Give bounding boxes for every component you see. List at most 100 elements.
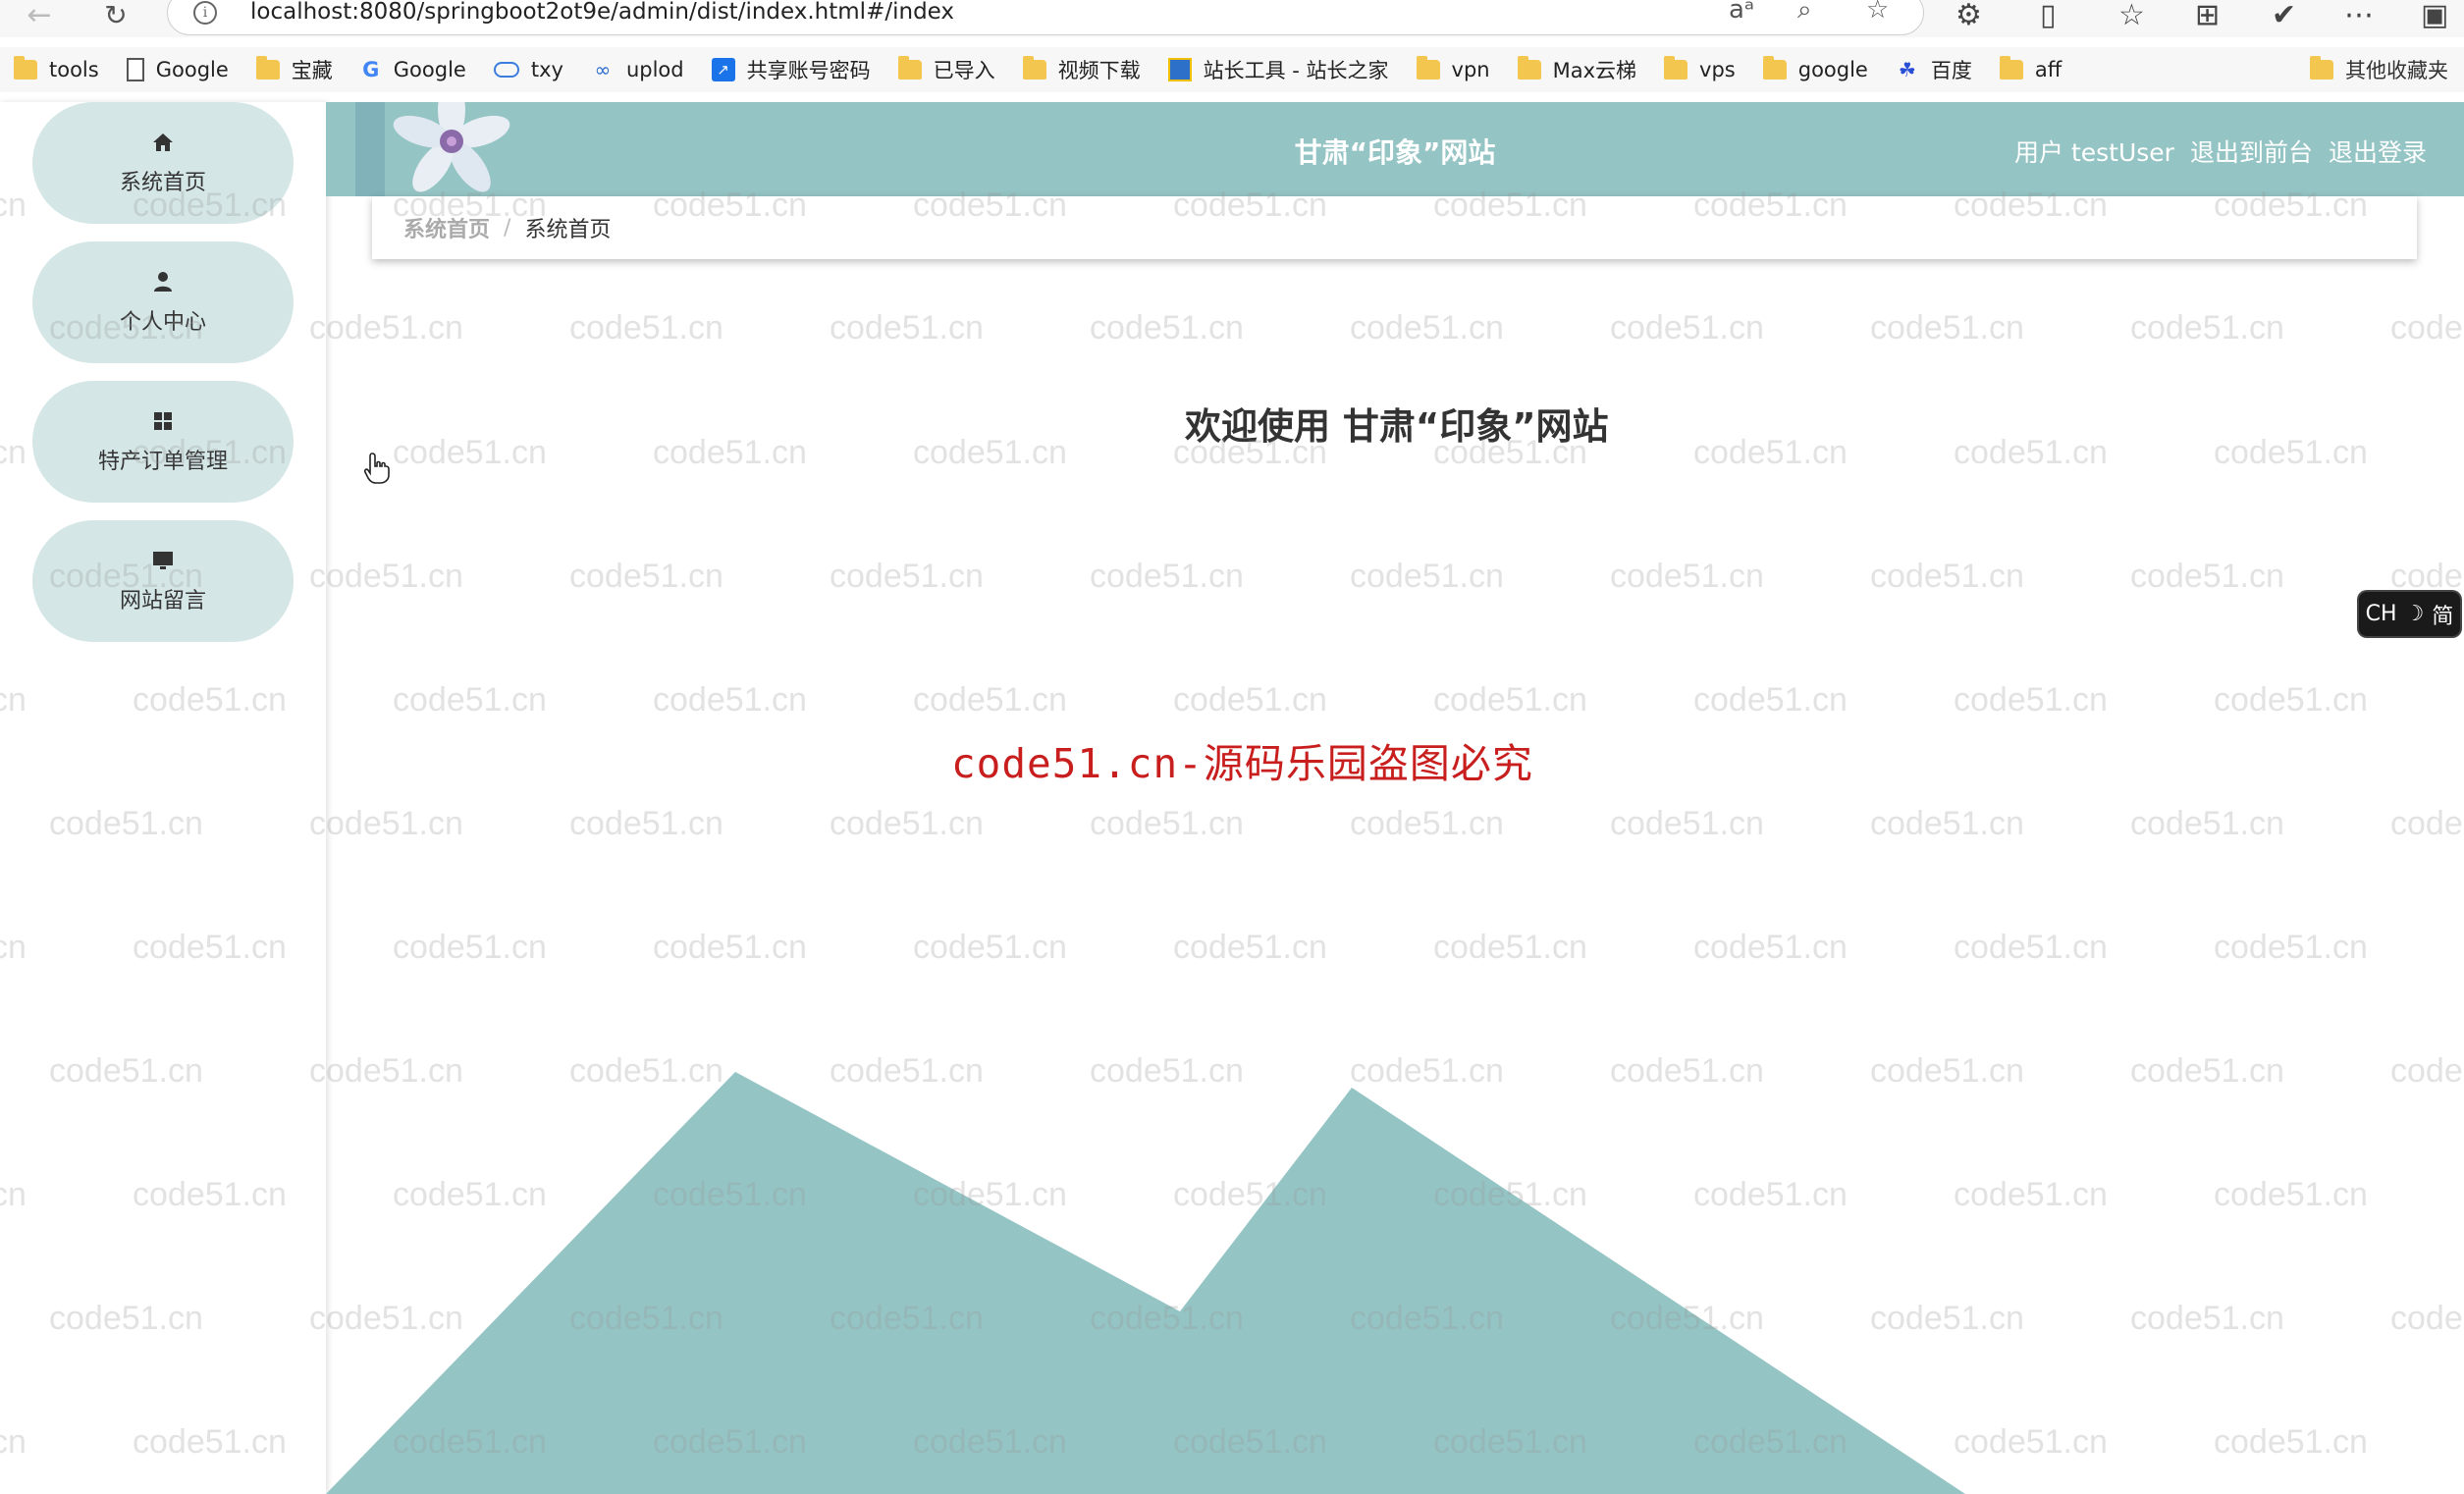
bookmark-item[interactable]: google [1762, 56, 1868, 81]
sidebar-item-label: 个人中心 [119, 310, 206, 335]
other-bookmarks[interactable]: 其他收藏夹 [2310, 47, 2448, 92]
address-bar[interactable]: i localhost:8080/springboot2ot9e/admin/d… [167, 0, 1924, 35]
bookmark-item[interactable]: Max云梯 [1517, 55, 1637, 84]
collections-icon[interactable]: ⊞ [2195, 0, 2220, 32]
back-to-front-link[interactable]: 退出到前台 [2190, 133, 2313, 169]
folder-icon [1416, 56, 1440, 80]
site-info-icon[interactable]: i [193, 1, 217, 25]
read-aloud-icon[interactable]: aᵃ [1729, 0, 1754, 25]
folder-icon [255, 56, 280, 80]
user-icon [150, 269, 176, 294]
document-icon [126, 58, 144, 81]
sidebar-item-label: 特产订单管理 [97, 450, 228, 474]
bookmark-label: google [1797, 58, 1868, 81]
top-header: 甘肃“印象”网站 用户 testUser 退出到前台 退出登录 [326, 102, 2464, 196]
bookmark-item[interactable]: 宝藏 [255, 55, 333, 84]
sidebar-item-home[interactable]: 系统首页 [32, 102, 294, 224]
user-label[interactable]: 用户 testUser [2014, 133, 2174, 169]
split-screen-icon[interactable]: ▯ [2040, 0, 2057, 32]
shield-check-icon[interactable]: ✔ [2272, 0, 2296, 32]
folder-icon [1517, 56, 1541, 80]
bookmark-label: 百度 [1930, 59, 1972, 82]
bookmark-label: aff [2034, 58, 2062, 81]
ime-moon-icon: ☽ [2404, 602, 2425, 626]
header-links: 用户 testUser 退出到前台 退出登录 [2014, 133, 2427, 169]
cloud-icon [493, 62, 519, 78]
sidebar-toggle-icon[interactable]: ▣ [2421, 0, 2448, 32]
bookmark-label: uplod [625, 58, 684, 81]
more-menu-icon[interactable]: ⋯ [2344, 0, 2374, 32]
sidebar: 系统首页 个人中心 特产订单管理 网站留言 [0, 102, 326, 1494]
bookmark-item[interactable]: vps [1664, 56, 1736, 81]
uplod-icon: ∞ [594, 58, 612, 81]
sidebar-item-orders[interactable]: 特产订单管理 [32, 381, 294, 503]
bookmark-item[interactable]: tools [14, 56, 99, 81]
breadcrumb-current: 系统首页 [524, 218, 612, 242]
welcome-heading: 欢迎使用 甘肃“印象”网站 [1185, 405, 1609, 448]
folder-icon [897, 56, 922, 80]
share-icon: ↗ [711, 58, 735, 81]
breadcrumb-separator: / [504, 215, 511, 240]
bookmark-item[interactable]: 视频下载 [1022, 55, 1141, 84]
back-arrow-icon[interactable]: ← [22, 0, 57, 32]
bookmark-item[interactable]: vpn [1416, 56, 1490, 81]
bookmark-label: txy [530, 58, 563, 81]
favorites-list-icon[interactable]: ☆ [2118, 0, 2145, 32]
ime-indicator[interactable]: CH ☽ 简 [2359, 592, 2460, 636]
home-icon [150, 130, 176, 155]
bookmark-label: Max云梯 [1552, 59, 1637, 82]
zoom-out-icon[interactable]: ⌕ [1797, 0, 1812, 26]
sidebar-item-label: 系统首页 [119, 171, 206, 195]
app-root: 系统首页 个人中心 特产订单管理 网站留言 甘肃“印象”网站 用户 testUs… [0, 102, 2464, 1494]
grid-icon [150, 408, 176, 434]
sidebar-item-profile[interactable]: 个人中心 [32, 241, 294, 363]
ime-mode: 简 [2432, 604, 2454, 629]
folder-icon [2310, 56, 2333, 80]
breadcrumb-home-link[interactable]: 系统首页 [403, 212, 490, 243]
folder-icon [1762, 56, 1787, 80]
reload-icon[interactable]: ↻ [98, 0, 134, 31]
folder-icon [1022, 56, 1046, 80]
bookmark-item[interactable]: G Google [360, 58, 466, 81]
bookmark-item[interactable]: aff [1999, 56, 2062, 81]
folder-icon [14, 56, 37, 80]
bookmark-item[interactable]: ☘ 百度 [1896, 55, 1972, 84]
mountain-decoration [326, 1072, 1965, 1494]
sidebar-item-label: 网站留言 [119, 589, 206, 614]
bookmark-label: Google [155, 58, 229, 81]
hand-cursor-icon [363, 453, 390, 484]
favorite-star-icon[interactable]: ☆ [1866, 0, 1889, 25]
bookmark-label: tools [49, 58, 99, 81]
bookmark-label: vpn [1451, 58, 1490, 81]
breadcrumb: 系统首页 / 系统首页 [372, 196, 2417, 259]
main-content: 甘肃“印象”网站 用户 testUser 退出到前台 退出登录 系统首页 / 系… [326, 102, 2464, 1494]
logout-link[interactable]: 退出登录 [2329, 133, 2427, 169]
bookmark-label: 共享账号密码 [746, 59, 871, 82]
bookmark-item[interactable]: txy [493, 58, 563, 81]
bookmark-item[interactable]: 已导入 [897, 55, 995, 84]
extensions-icon[interactable]: ⚙ [1955, 0, 1982, 32]
monitor-icon [150, 548, 176, 573]
folder-icon [1664, 56, 1688, 80]
google-icon: G [362, 58, 380, 81]
bookmark-label: 宝藏 [291, 59, 333, 82]
bookmark-label: 站长工具 - 站长之家 [1203, 59, 1389, 82]
bookmark-item[interactable]: ↗ 共享账号密码 [711, 55, 871, 84]
bookmark-label: 视频下载 [1057, 59, 1141, 82]
bookmark-item[interactable]: ∞ uplod [591, 58, 684, 81]
bookmark-label: vps [1699, 58, 1736, 81]
bookmark-label: Google [393, 58, 466, 81]
browser-toolbar: ← ↻ i localhost:8080/springboot2ot9e/adm… [0, 0, 2464, 37]
url-text[interactable]: localhost:8080/springboot2ot9e/admin/dis… [250, 0, 954, 25]
copyright-watermark: code51.cn-源码乐园盗图必究 [951, 740, 1533, 787]
sidebar-item-messages[interactable]: 网站留言 [32, 520, 294, 642]
baidu-icon: ☘ [1898, 58, 1916, 81]
bookmark-item[interactable]: Google [126, 58, 229, 81]
folder-icon [1999, 56, 2023, 80]
bookmarks-bar: tools Google 宝藏 G Google txy ∞ uplod ↗ 共享账号密码 已导入 视… [0, 47, 2464, 92]
tool-icon [1167, 58, 1192, 81]
bookmark-label: 已导入 [933, 59, 995, 82]
other-bookmarks-label: 其他收藏夹 [2345, 59, 2448, 82]
ime-language: CH [2365, 602, 2397, 626]
bookmark-item[interactable]: 站长工具 - 站长之家 [1167, 55, 1389, 84]
